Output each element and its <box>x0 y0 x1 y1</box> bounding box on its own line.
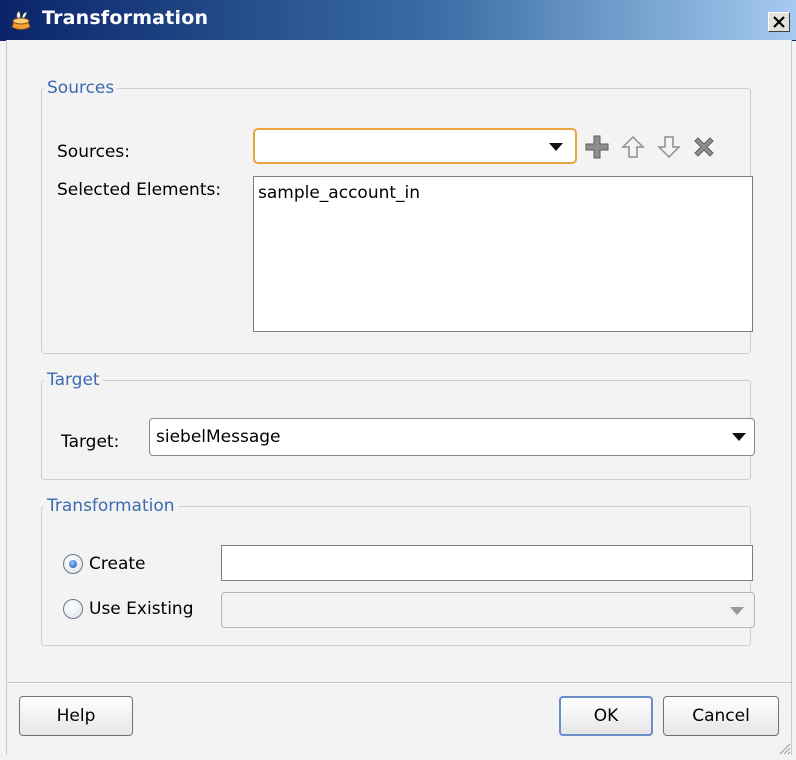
sources-legend: Sources <box>47 78 115 98</box>
use-existing-radio[interactable] <box>63 599 83 619</box>
selected-elements-list[interactable]: sample_account_in <box>253 176 753 332</box>
ok-button[interactable]: OK <box>559 696 653 736</box>
target-label: Target: <box>61 432 120 452</box>
selected-elements-label: Selected Elements: <box>57 180 222 200</box>
move-down-icon[interactable] <box>656 134 682 160</box>
sources-dropdown[interactable] <box>253 128 577 164</box>
use-existing-label[interactable]: Use Existing <box>89 599 194 619</box>
list-item[interactable]: sample_account_in <box>258 183 420 203</box>
close-button[interactable] <box>768 12 790 32</box>
sources-label: Sources: <box>57 142 130 162</box>
dialog-body: Sources Sources: Selected Elements: samp… <box>6 40 792 755</box>
transformation-legend: Transformation <box>47 496 175 516</box>
chevron-down-icon <box>730 607 744 615</box>
help-button[interactable]: Help <box>19 696 133 736</box>
use-existing-dropdown[interactable] <box>221 592 755 628</box>
close-icon <box>773 16 785 28</box>
target-dropdown[interactable]: siebelMessage <box>149 418 755 456</box>
remove-icon[interactable] <box>691 134 717 160</box>
create-radio[interactable] <box>63 554 83 574</box>
move-up-icon[interactable] <box>620 134 646 160</box>
add-icon[interactable] <box>584 134 610 160</box>
chevron-down-icon[interactable] <box>549 143 563 151</box>
create-label[interactable]: Create <box>89 554 146 574</box>
create-name-input[interactable] <box>221 545 753 581</box>
target-legend: Target <box>47 370 100 390</box>
radio-selected-dot <box>69 560 77 568</box>
target-value: siebelMessage <box>156 427 281 447</box>
resize-grip-icon[interactable] <box>777 740 791 755</box>
chevron-down-icon[interactable] <box>732 433 746 441</box>
title-bar: Transformation <box>0 0 796 41</box>
app-icon <box>8 7 34 33</box>
window-title: Transformation <box>42 7 209 29</box>
cancel-button[interactable]: Cancel <box>663 696 779 736</box>
footer-divider <box>7 682 791 684</box>
